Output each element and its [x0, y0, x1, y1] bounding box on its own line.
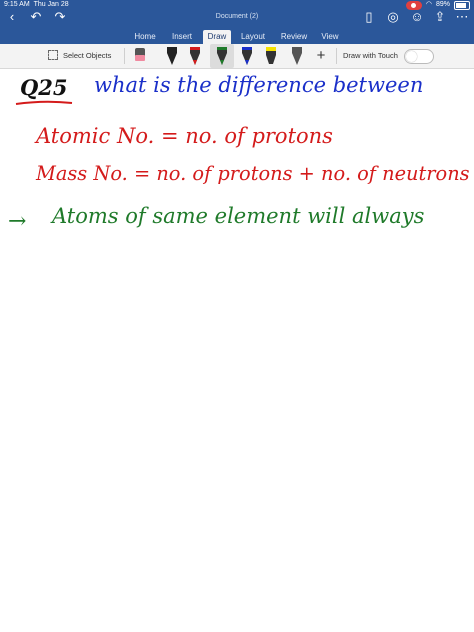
- draw-with-touch-toggle[interactable]: [404, 49, 434, 64]
- clock-text: 9:15 AM: [4, 1, 30, 8]
- select-objects-button[interactable]: Select Objects: [48, 50, 111, 60]
- divider: [124, 48, 125, 64]
- pen-blue-icon[interactable]: [239, 44, 255, 68]
- date-text: Thu Jan 28: [33, 1, 69, 8]
- atoms-line: Atoms of same element will always: [52, 204, 425, 228]
- pen-black-icon[interactable]: [164, 44, 180, 68]
- lightbulb-icon[interactable]: ◎: [385, 9, 401, 25]
- select-objects-icon: [48, 50, 58, 60]
- tab-layout[interactable]: Layout: [236, 30, 270, 44]
- pen-green-icon-selected[interactable]: [210, 44, 234, 68]
- ribbon-tabs: Home Insert Draw Layout Review View: [0, 30, 474, 44]
- tab-review[interactable]: Review: [276, 30, 312, 44]
- share-icon[interactable]: ⇪: [432, 9, 448, 25]
- tab-draw[interactable]: Draw: [203, 30, 231, 44]
- more-icon[interactable]: ⋯: [454, 9, 470, 25]
- draw-ribbon: Select Objects + Draw with Touch: [0, 44, 474, 69]
- eraser-icon[interactable]: [132, 44, 148, 68]
- question-text: what is the difference between: [94, 73, 424, 97]
- atomic-number-line: Atomic No. = no. of protons: [36, 124, 333, 148]
- underline-stroke: [15, 100, 73, 105]
- pencil-icon[interactable]: [289, 44, 305, 68]
- title-bar: 9:15 AM Thu Jan 28 ◠ 89% ‹ ↶ ↷ Document …: [0, 0, 474, 44]
- question-label: Q25: [20, 75, 68, 100]
- select-objects-label: Select Objects: [63, 50, 112, 60]
- phone-icon[interactable]: ▯: [361, 9, 377, 25]
- pen-red-icon[interactable]: [187, 44, 203, 68]
- highlighter-yellow-icon[interactable]: [263, 44, 279, 68]
- arrow-bullet: →: [8, 209, 27, 234]
- document-canvas[interactable]: Q25 what is the difference between Atomi…: [0, 69, 474, 632]
- add-person-icon[interactable]: ☺: [409, 9, 425, 25]
- mass-number-line: Mass No. = no. of protons + no. of neutr…: [36, 162, 470, 185]
- divider: [336, 48, 337, 64]
- tab-insert[interactable]: Insert: [165, 30, 199, 44]
- tab-view[interactable]: View: [316, 30, 344, 44]
- tab-home[interactable]: Home: [128, 30, 162, 44]
- document-title: Document (2): [215, 13, 259, 20]
- draw-with-touch-label: Draw with Touch: [343, 51, 398, 60]
- add-pen-icon[interactable]: +: [313, 48, 329, 64]
